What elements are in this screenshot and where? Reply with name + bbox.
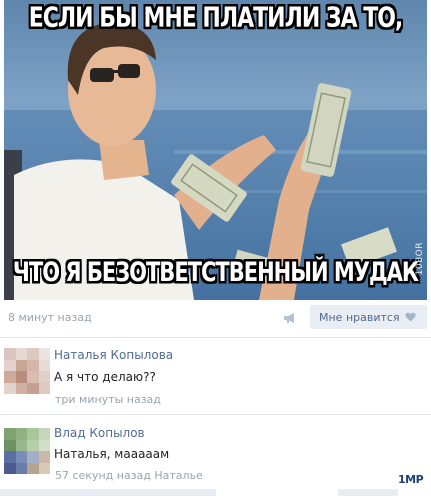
bottom-bar bbox=[0, 489, 216, 496]
comment-item: Влад Копылов Наталья, мааааам 57 секунд … bbox=[0, 415, 431, 489]
post-footer: 8 минут назад Мне нравится bbox=[0, 300, 431, 338]
meme-image[interactable]: ЕСЛИ БЫ МНЕ ПЛАТИЛИ ЗА ТО, ЧТО Я БЕЗОТВЕ… bbox=[4, 0, 427, 300]
post-time[interactable]: 8 минут назад bbox=[8, 311, 92, 324]
avatar[interactable] bbox=[4, 428, 50, 474]
meme-top-caption: ЕСЛИ БЫ МНЕ ПЛАТИЛИ ЗА ТО, bbox=[28, 2, 404, 35]
meme-watermark: 10BOR bbox=[415, 242, 425, 276]
meme-bottom-caption: ЧТО Я БЕЗОТВЕТСТВЕННЫЙ МУДАК bbox=[12, 257, 419, 287]
avatar[interactable] bbox=[4, 348, 50, 394]
like-button[interactable]: Мне нравится bbox=[310, 305, 427, 329]
comment-text: Наталья, мааааам bbox=[54, 447, 170, 461]
comment-time[interactable]: три минуты назад bbox=[55, 393, 161, 406]
megaphone-icon[interactable] bbox=[283, 312, 298, 324]
heart-icon bbox=[404, 312, 416, 322]
comment-text: А я что делаю?? bbox=[54, 370, 156, 384]
comment-item: Наталья Копылова А я что делаю?? три мин… bbox=[0, 338, 431, 414]
bottom-bar bbox=[338, 489, 398, 496]
comment-author[interactable]: Влад Копылов bbox=[54, 426, 145, 440]
meme-photo bbox=[4, 22, 427, 300]
site-logo: 1MP bbox=[398, 473, 424, 486]
like-label: Мне нравится bbox=[319, 310, 400, 324]
comment-author[interactable]: Наталья Копылова bbox=[54, 348, 173, 362]
comment-time[interactable]: 57 секунд назад Наталье bbox=[55, 469, 203, 482]
